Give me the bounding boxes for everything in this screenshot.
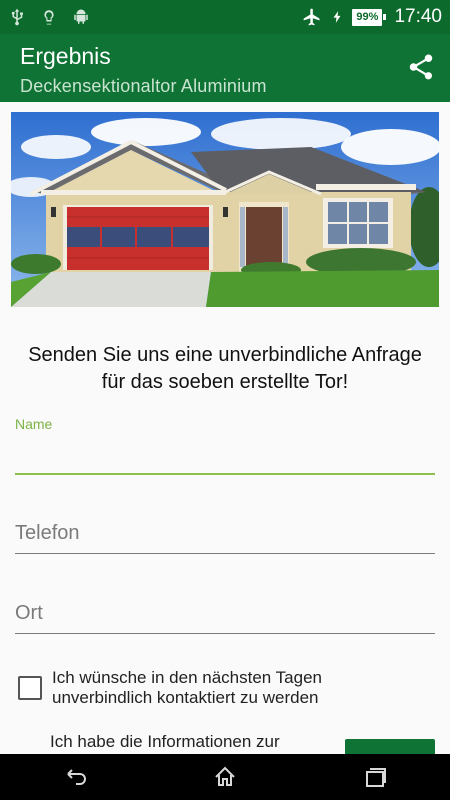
app-bar: Ergebnis Deckensektionaltor Aluminium bbox=[0, 34, 450, 102]
info-consent-text: Ich habe die Informationen zur bbox=[50, 732, 280, 751]
name-field-label: Name bbox=[15, 416, 53, 432]
share-button[interactable] bbox=[406, 52, 436, 82]
recents-icon bbox=[366, 768, 386, 787]
navigation-bar bbox=[0, 754, 450, 800]
status-right: 99% 17:40 bbox=[302, 6, 442, 28]
name-field-underline bbox=[15, 473, 435, 475]
page-title: Ergebnis bbox=[20, 43, 111, 69]
back-icon bbox=[67, 769, 86, 785]
usb-icon bbox=[11, 8, 23, 26]
contact-consent-checkbox[interactable] bbox=[18, 676, 42, 700]
clock: 17:40 bbox=[394, 6, 442, 27]
status-bar: 99% 17:40 bbox=[0, 0, 450, 34]
battery-indicator: 99% bbox=[352, 8, 387, 26]
charging-bolt-icon bbox=[333, 11, 341, 23]
recents-button[interactable] bbox=[355, 757, 395, 797]
share-icon bbox=[409, 54, 433, 80]
phone-field-placeholder: Telefon bbox=[15, 522, 80, 544]
page-subtitle: Deckensektionaltor Aluminium bbox=[20, 76, 267, 96]
android-icon bbox=[74, 9, 88, 24]
airplane-mode-icon bbox=[304, 8, 320, 26]
contact-consent-label: Ich wünsche in den nächsten Tagen unverb… bbox=[52, 668, 322, 707]
screen: 99% 17:40 Ergebnis Deckensektionaltor Al… bbox=[0, 0, 450, 800]
home-button[interactable] bbox=[205, 757, 245, 797]
lightbulb-icon bbox=[44, 10, 54, 25]
contact-consent-row[interactable]: Ich wünsche in den nächsten Tagen unverb… bbox=[18, 668, 382, 708]
inquiry-headline: Senden Sie uns eine unverbindliche Anfra… bbox=[28, 344, 422, 393]
city-field-underline bbox=[15, 633, 435, 634]
status-left-icons bbox=[8, 8, 90, 26]
phone-field[interactable]: Telefon bbox=[15, 522, 435, 556]
city-field-placeholder: Ort bbox=[15, 602, 43, 624]
home-icon bbox=[215, 766, 235, 786]
back-button[interactable] bbox=[55, 757, 95, 797]
garage-door-preview-image bbox=[11, 112, 439, 307]
phone-field-underline bbox=[15, 553, 435, 554]
city-field[interactable]: Ort bbox=[15, 602, 435, 636]
name-field[interactable]: Name bbox=[15, 416, 435, 476]
